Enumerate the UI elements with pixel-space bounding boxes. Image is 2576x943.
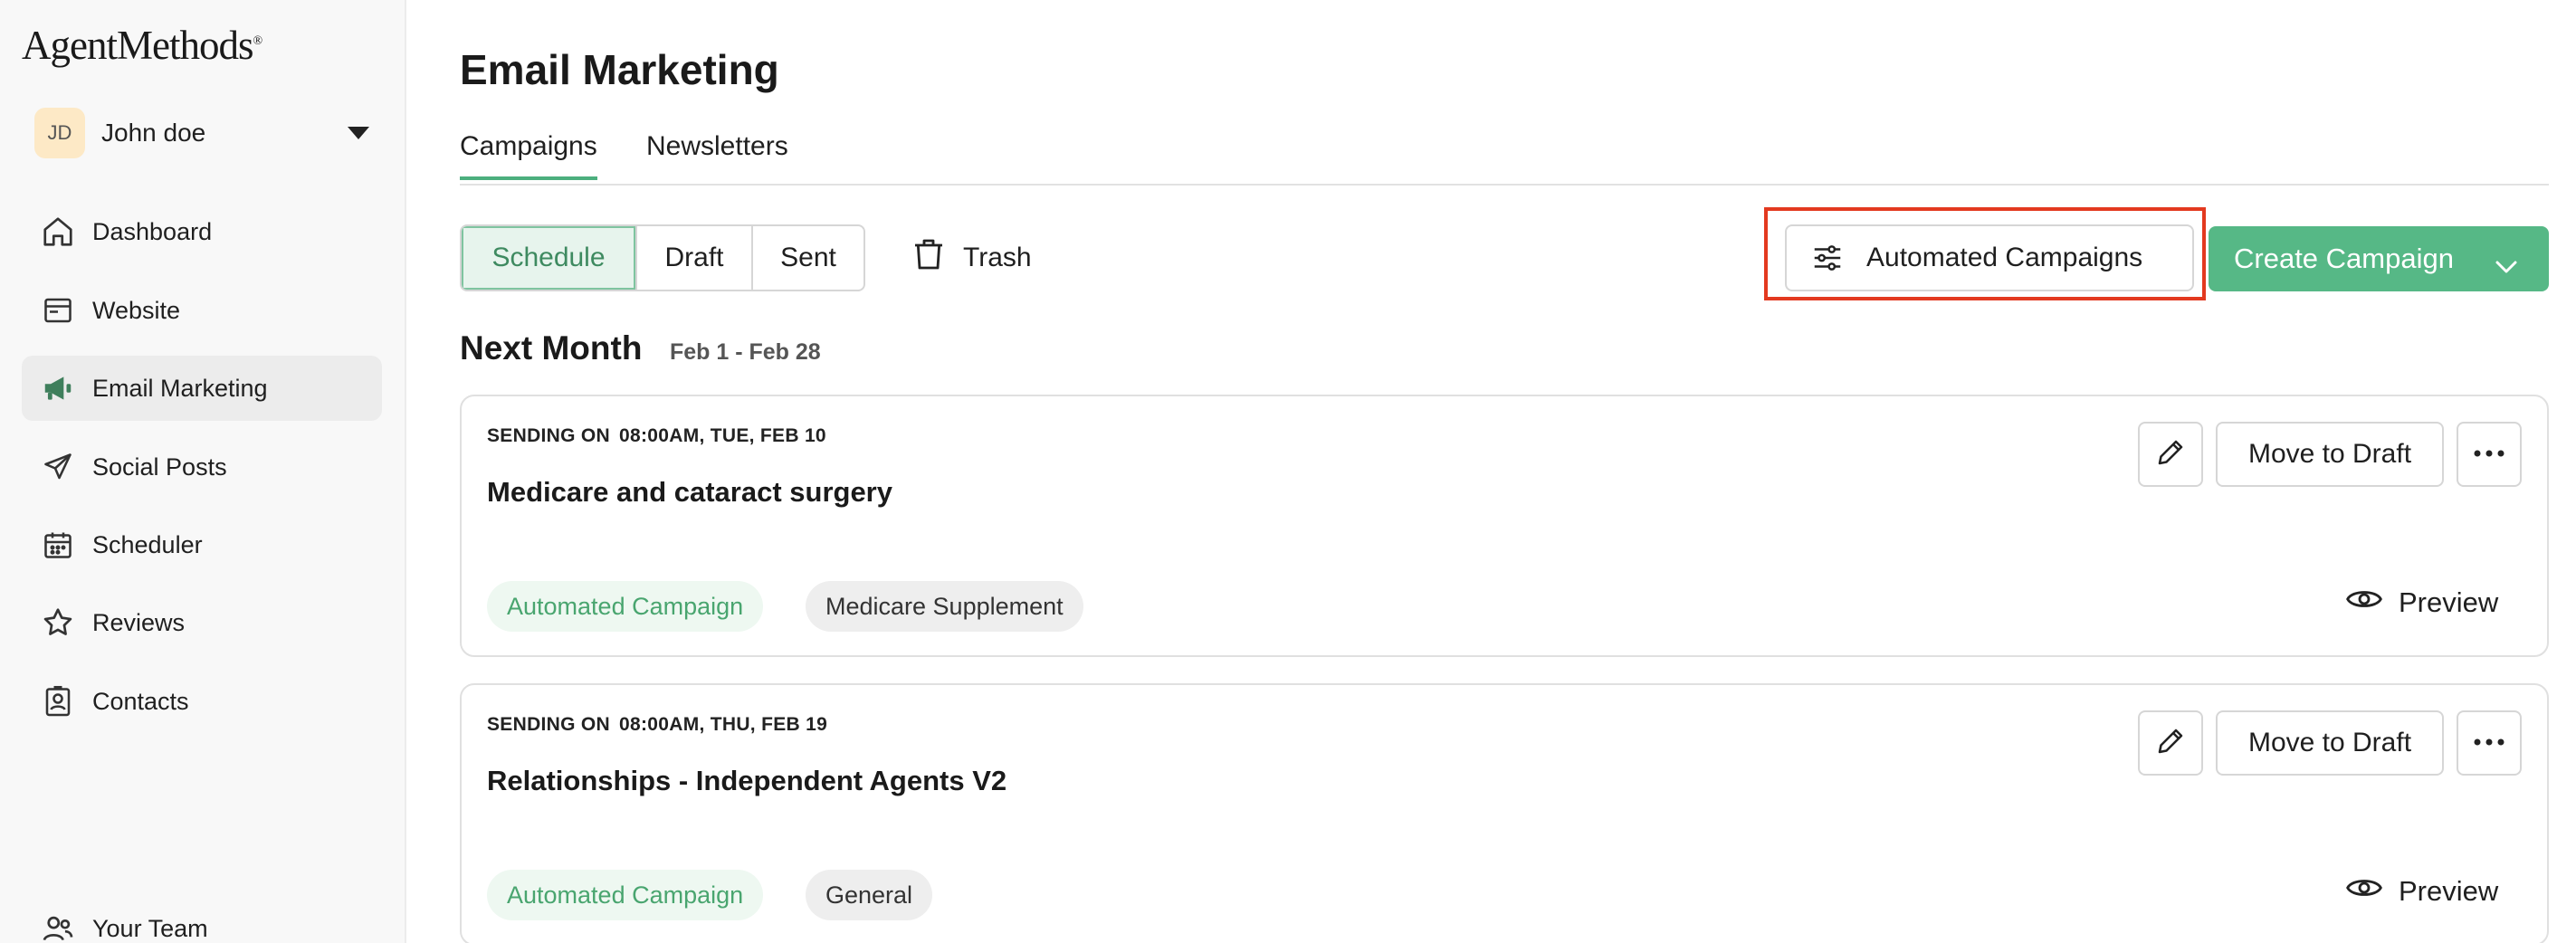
sidebar-item-social-posts[interactable]: Social Posts <box>22 434 382 500</box>
send-schedule: SENDING ON 08:00AM, TUE, FEB 10 <box>487 425 826 447</box>
trash-icon <box>911 235 947 281</box>
tag-category: General <box>806 870 933 920</box>
preview-label: Preview <box>2399 586 2499 618</box>
sidebar-item-your-team[interactable]: Your Team <box>22 896 382 943</box>
sidebar-item-label: Website <box>92 296 181 324</box>
trash-label: Trash <box>963 243 1032 272</box>
edit-button[interactable] <box>2138 710 2203 776</box>
edit-button[interactable] <box>2138 422 2203 487</box>
tab-newsletters[interactable]: Newsletters <box>646 131 788 176</box>
sidebar-item-label: Email Marketing <box>92 374 268 402</box>
logo-text: AgentMethods <box>22 23 253 68</box>
sidebar-item-label: Contacts <box>92 687 189 715</box>
preview-button[interactable]: Preview <box>2346 866 2498 917</box>
team-icon <box>40 910 76 943</box>
automated-campaigns-button[interactable]: Automated Campaigns <box>1785 224 2194 291</box>
chevron-down-icon[interactable] <box>2495 250 2518 282</box>
pencil-icon <box>2154 436 2187 473</box>
calendar-icon <box>40 527 76 563</box>
preview-button[interactable]: Preview <box>2346 577 2498 628</box>
sidebar-item-label: Scheduler <box>92 530 203 558</box>
send-schedule: SENDING ON 08:00AM, THU, FEB 19 <box>487 714 827 736</box>
sidebar-item-label: Social Posts <box>92 452 227 481</box>
sidebar-item-reviews[interactable]: Reviews <box>22 590 382 655</box>
tab-campaigns[interactable]: Campaigns <box>460 131 597 180</box>
campaign-title: Relationships - Independent Agents V2 <box>487 765 1007 796</box>
campaign-card: SENDING ON 08:00AM, THU, FEB 19 Relations… <box>460 683 2549 943</box>
sidebar-item-email-marketing[interactable]: Email Marketing <box>22 356 382 421</box>
eye-icon <box>2346 585 2382 621</box>
tab-bar: Campaigns Newsletters <box>460 131 2549 186</box>
sidebar-item-label: Dashboard <box>92 217 213 245</box>
caret-down-icon[interactable] <box>348 127 369 139</box>
tag-category: Medicare Supplement <box>806 581 1083 632</box>
more-horizontal-icon <box>2473 735 2505 751</box>
tag-automated: Automated Campaign <box>487 581 764 632</box>
user-menu[interactable]: JD John doe <box>34 107 369 159</box>
status-filter: Schedule Draft Sent <box>460 224 865 291</box>
sidebar-item-label: Your Team <box>92 914 208 942</box>
sidebar-item-dashboard[interactable]: Dashboard <box>22 199 382 264</box>
logo[interactable]: AgentMethods® <box>22 22 262 69</box>
move-to-draft-button[interactable]: Move to Draft <box>2216 710 2444 776</box>
move-to-draft-button[interactable]: Move to Draft <box>2216 422 2444 487</box>
user-name: John doe <box>101 119 206 147</box>
sidebar-item-label: Reviews <box>92 608 186 636</box>
automated-campaigns-label: Automated Campaigns <box>1866 243 2143 272</box>
sidebar-item-website[interactable]: Website <box>22 278 382 343</box>
page-title: Email Marketing <box>460 46 779 93</box>
paper-plane-icon <box>40 449 76 485</box>
campaign-card: SENDING ON 08:00AM, TUE, FEB 10 Medicare … <box>460 395 2549 657</box>
more-options-button[interactable] <box>2457 710 2522 776</box>
more-options-button[interactable] <box>2457 422 2522 487</box>
tag-automated: Automated Campaign <box>487 870 764 920</box>
home-icon <box>40 214 76 250</box>
filter-draft-button[interactable]: Draft <box>635 226 751 290</box>
send-prefix: SENDING ON <box>487 714 611 735</box>
logo-trademark: ® <box>253 34 262 48</box>
sidebar-item-contacts[interactable]: Contacts <box>22 669 382 734</box>
sidebar: AgentMethods® JD John doe Dashboard Webs… <box>0 0 406 943</box>
send-time: 08:00AM, TUE, FEB 10 <box>619 425 826 446</box>
contact-card-icon <box>40 683 76 719</box>
send-time: 08:00AM, THU, FEB 19 <box>619 714 828 735</box>
send-prefix: SENDING ON <box>487 425 611 446</box>
eye-icon <box>2346 873 2382 910</box>
sliders-icon <box>1810 241 1845 275</box>
campaign-title: Medicare and cataract surgery <box>487 476 892 508</box>
more-horizontal-icon <box>2473 446 2505 462</box>
pencil-icon <box>2154 725 2187 762</box>
preview-label: Preview <box>2399 875 2499 907</box>
sidebar-item-scheduler[interactable]: Scheduler <box>22 512 382 577</box>
filter-schedule-button[interactable]: Schedule <box>462 226 635 290</box>
section-date-range: Feb 1 - Feb 28 <box>670 339 821 365</box>
browser-icon <box>40 292 76 329</box>
megaphone-icon <box>40 370 76 406</box>
avatar: JD <box>34 108 85 158</box>
create-campaign-label: Create Campaign <box>2234 243 2454 274</box>
star-icon <box>40 605 76 641</box>
create-campaign-button[interactable]: Create Campaign <box>2209 226 2549 291</box>
filter-sent-button[interactable]: Sent <box>751 226 863 290</box>
section-title: Next Month <box>460 329 643 367</box>
trash-button[interactable]: Trash <box>911 235 1032 281</box>
